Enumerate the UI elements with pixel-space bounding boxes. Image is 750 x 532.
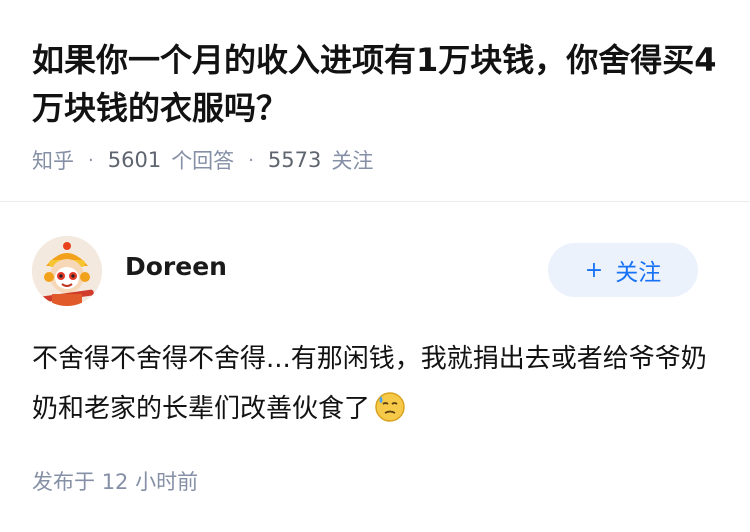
answer-content-text: 不舍得不舍得不舍得...有那闲钱，我就捐出去或者给爷爷奶奶和老家的长辈们改善伙食… [32,344,707,424]
monkey-king-avatar-icon [32,236,102,306]
question-title[interactable]: 如果你一个月的收入进项有1万块钱，你舍得买4万块钱的衣服吗？ [32,36,722,132]
follow-button[interactable]: + 关注 [548,243,698,297]
answer-content[interactable]: 不舍得不舍得不舍得...有那闲钱，我就捐出去或者给爷爷奶奶和老家的长辈们改善伙食… [32,334,722,434]
followers-count: 5573 [267,148,322,172]
plus-icon: + [584,257,604,283]
posted-time-value: 12 小时前 [101,470,199,494]
avatar[interactable] [32,236,102,306]
posted-time: 发布于 12 小时前 [32,466,198,496]
separator-dot: · [88,149,94,171]
sweat-emoji-icon [375,392,405,422]
answers-label: 个回答 [171,149,235,173]
separator-dot: · [248,149,254,171]
follow-button-label: 关注 [615,260,662,286]
question-meta: 知乎 · 5601 个回答 · 5573 关注 [32,146,373,174]
posted-label: 发布于 [32,470,95,494]
source-label[interactable]: 知乎 [32,145,74,175]
author-name[interactable]: Doreen [125,252,227,281]
followers-label: 关注 [331,149,374,173]
answers-count: 5601 [107,148,162,172]
divider [0,201,750,202]
